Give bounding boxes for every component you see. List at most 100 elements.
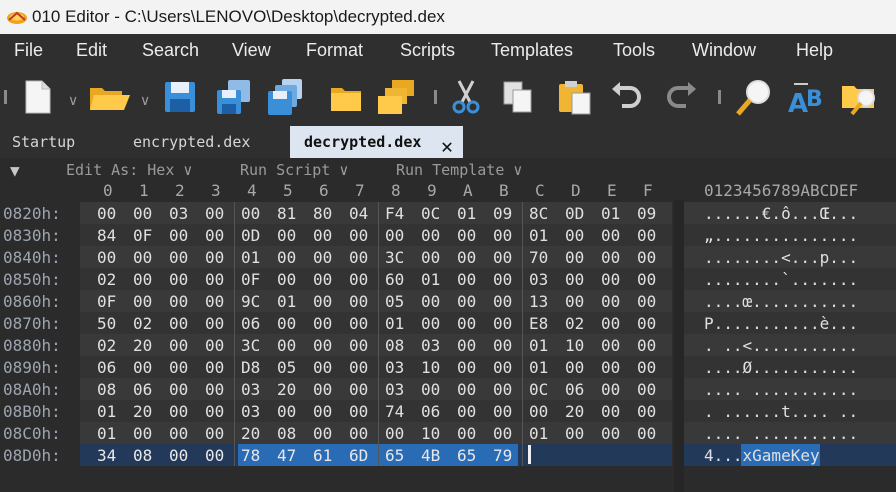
hex-byte[interactable]: 00	[565, 248, 584, 267]
row-text[interactable]: .... ...........	[704, 424, 858, 443]
menu-file[interactable]: File	[14, 40, 43, 61]
hex-byte[interactable]: 20	[277, 380, 296, 399]
new-file-icon[interactable]	[20, 78, 56, 116]
hex-byte[interactable]: 01	[601, 204, 620, 223]
hex-byte[interactable]: 81	[277, 204, 296, 223]
edit-as-dropdown[interactable]: Edit As: Hex ∨	[66, 161, 192, 179]
hex-byte[interactable]: 02	[97, 270, 116, 289]
hex-byte[interactable]: 10	[421, 424, 440, 443]
hex-byte[interactable]: 0C	[421, 204, 440, 223]
hex-byte[interactable]: 4B	[421, 446, 440, 465]
hex-byte[interactable]: 00	[565, 226, 584, 245]
save-icon[interactable]	[162, 78, 198, 116]
hex-byte[interactable]: 79	[493, 446, 512, 465]
hex-byte[interactable]: 06	[421, 402, 440, 421]
hex-byte[interactable]: 00	[493, 358, 512, 377]
row-text[interactable]: 4...xGameKey	[704, 446, 820, 465]
hex-byte[interactable]: 00	[565, 270, 584, 289]
hex-byte[interactable]: 00	[205, 380, 224, 399]
hex-byte[interactable]: 09	[637, 204, 656, 223]
hex-byte[interactable]: 00	[133, 248, 152, 267]
hex-byte[interactable]: 00	[493, 314, 512, 333]
hex-byte[interactable]: 00	[601, 402, 620, 421]
hex-byte[interactable]: 00	[601, 226, 620, 245]
hex-byte[interactable]: 00	[493, 336, 512, 355]
hex-byte[interactable]: 84	[97, 226, 116, 245]
hex-byte[interactable]: 00	[493, 226, 512, 245]
hex-byte[interactable]: 47	[277, 446, 296, 465]
hex-byte[interactable]: 08	[277, 424, 296, 443]
hex-byte[interactable]: 01	[97, 402, 116, 421]
hex-byte[interactable]: 8C	[529, 204, 548, 223]
hex-byte[interactable]: 00	[349, 226, 368, 245]
hex-byte[interactable]: 00	[349, 336, 368, 355]
hex-byte[interactable]: 00	[133, 204, 152, 223]
hex-byte[interactable]: 00	[205, 358, 224, 377]
hex-byte[interactable]: 00	[421, 226, 440, 245]
hex-byte[interactable]: 00	[601, 336, 620, 355]
hex-byte[interactable]: 02	[97, 336, 116, 355]
hex-byte[interactable]: 00	[457, 292, 476, 311]
hex-byte[interactable]: 00	[133, 424, 152, 443]
hex-byte[interactable]: 00	[205, 314, 224, 333]
menu-help[interactable]: Help	[796, 40, 833, 61]
folder-icon[interactable]	[328, 78, 364, 116]
hex-byte[interactable]: 00	[601, 424, 620, 443]
hex-byte[interactable]: 00	[493, 248, 512, 267]
hex-byte[interactable]: 00	[601, 292, 620, 311]
hex-byte[interactable]: 08	[133, 446, 152, 465]
row-text[interactable]: P...........è...	[704, 314, 858, 333]
hex-byte[interactable]: 05	[385, 292, 404, 311]
hex-byte[interactable]: 00	[637, 336, 656, 355]
undo-icon[interactable]	[608, 78, 644, 116]
hex-byte[interactable]: 00	[349, 358, 368, 377]
menu-search[interactable]: Search	[142, 40, 199, 61]
hex-byte[interactable]: 20	[565, 402, 584, 421]
hex-byte[interactable]: 00	[493, 402, 512, 421]
hex-byte[interactable]: 0F	[133, 226, 152, 245]
hex-byte[interactable]: 00	[277, 270, 296, 289]
hex-byte[interactable]: 00	[277, 314, 296, 333]
hex-byte[interactable]: 0F	[97, 292, 116, 311]
hex-byte[interactable]: 01	[529, 358, 548, 377]
hex-byte[interactable]: 05	[277, 358, 296, 377]
hex-byte[interactable]: 00	[637, 292, 656, 311]
hex-byte[interactable]: 08	[97, 380, 116, 399]
hex-byte[interactable]: 00	[637, 424, 656, 443]
hex-byte[interactable]: D8	[241, 358, 260, 377]
hex-byte[interactable]: 06	[241, 314, 260, 333]
hex-byte[interactable]: 00	[205, 446, 224, 465]
hex-byte[interactable]: 00	[313, 336, 332, 355]
find-in-files-icon[interactable]	[840, 78, 876, 116]
hex-byte[interactable]: 00	[313, 270, 332, 289]
hex-byte[interactable]: 06	[97, 358, 116, 377]
hex-byte[interactable]: 00	[313, 424, 332, 443]
hex-byte[interactable]: 00	[457, 358, 476, 377]
hex-byte[interactable]: 00	[169, 402, 188, 421]
hex-byte[interactable]: 00	[205, 336, 224, 355]
hex-byte[interactable]: 01	[529, 424, 548, 443]
hex-byte[interactable]: 00	[601, 380, 620, 399]
hex-byte[interactable]: 61	[313, 446, 332, 465]
hex-byte[interactable]: 00	[493, 424, 512, 443]
hex-byte[interactable]: 78	[241, 446, 260, 465]
row-text[interactable]: ........<...p...	[704, 248, 858, 267]
tab-decrypted-dex[interactable]: decrypted.dex ✕	[290, 126, 463, 158]
hex-byte[interactable]: 01	[385, 314, 404, 333]
hex-byte[interactable]: 02	[133, 314, 152, 333]
hex-byte[interactable]: 13	[529, 292, 548, 311]
hex-byte[interactable]: 00	[529, 402, 548, 421]
hex-byte[interactable]: 06	[133, 380, 152, 399]
hex-byte[interactable]: 34	[97, 446, 116, 465]
hex-byte[interactable]: 60	[385, 270, 404, 289]
save-all-icon[interactable]	[266, 78, 302, 116]
hex-byte[interactable]: 00	[133, 270, 152, 289]
hex-byte[interactable]: 00	[349, 270, 368, 289]
row-text[interactable]: . ......t.... ..	[704, 402, 858, 421]
hex-byte[interactable]: 00	[313, 358, 332, 377]
menu-edit[interactable]: Edit	[76, 40, 107, 61]
hex-byte[interactable]: 74	[385, 402, 404, 421]
hex-byte[interactable]: 04	[349, 204, 368, 223]
hex-byte[interactable]: 00	[205, 226, 224, 245]
hex-byte[interactable]: 00	[133, 292, 152, 311]
